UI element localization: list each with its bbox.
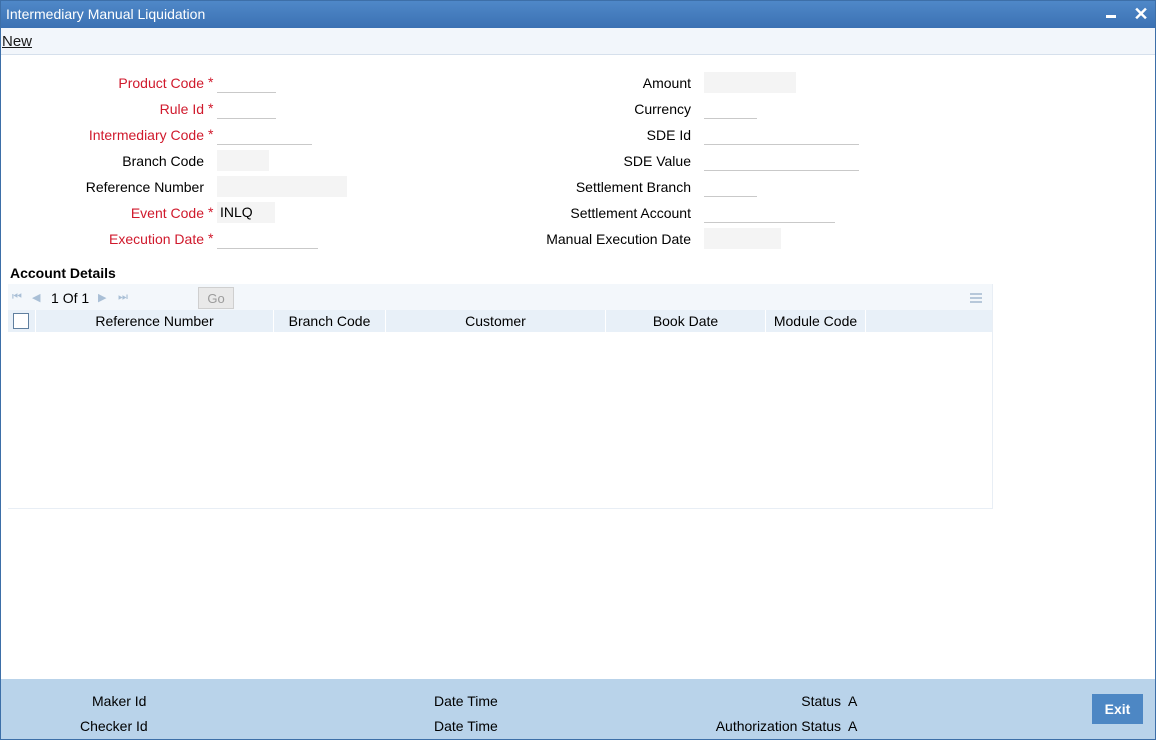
status-label: Status [801, 693, 841, 709]
required-marker: * [208, 74, 214, 90]
checker-date-time-label: Date Time [434, 718, 498, 734]
required-marker: * [208, 100, 214, 116]
event-code-label: Event Code [130, 205, 204, 221]
footer-bar: Maker Id Checker Id Date Time Date Time … [1, 679, 1155, 739]
current-page: 1 [51, 290, 59, 306]
required-marker: * [208, 126, 214, 142]
maker-date-time-label: Date Time [434, 693, 498, 709]
column-header[interactable]: Customer [386, 310, 606, 332]
account-details-title: Account Details [10, 265, 116, 281]
branch-code-field[interactable] [217, 150, 269, 171]
first-page-icon[interactable]: ⏮ [12, 291, 22, 304]
previous-page-icon[interactable]: ◀ [32, 291, 40, 304]
reference-number-label: Reference Number [85, 179, 204, 195]
manual-execution-date-label: Manual Execution Date [546, 231, 691, 247]
sde-id-label: SDE Id [646, 127, 691, 143]
grid-pager: ⏮ ◀ 1 Of 1 ▶ ⏭ Go [8, 284, 992, 311]
minimize-icon[interactable] [1101, 4, 1121, 24]
settlement-branch-label: Settlement Branch [575, 179, 691, 195]
maker-id-label: Maker Id [92, 693, 147, 709]
column-header[interactable]: Reference Number [36, 310, 274, 332]
window: Intermediary Manual Liquidation ✕ New Pr… [0, 0, 1156, 740]
exit-button[interactable]: Exit [1092, 694, 1143, 724]
menu-bar: New [1, 28, 1155, 55]
execution-date-label: Execution Date [109, 231, 204, 247]
amount-label: Amount [642, 75, 691, 91]
rule-id-field[interactable] [217, 98, 276, 119]
total-pages: 1 [81, 290, 90, 306]
column-header[interactable]: Module Code [766, 310, 866, 332]
execution-date-field[interactable] [217, 228, 318, 249]
authorization-status-value: A [848, 718, 858, 734]
reference-number-field[interactable] [217, 176, 347, 197]
grid-header: Reference Number Branch Code Customer Bo… [8, 310, 992, 332]
window-title: Intermediary Manual Liquidation [6, 6, 206, 22]
of-label: Of [62, 290, 78, 306]
authorization-status-label: Authorization Status [715, 718, 841, 734]
last-page-icon[interactable]: ⏭ [118, 291, 128, 304]
column-header[interactable]: Branch Code [274, 310, 386, 332]
currency-field[interactable] [704, 98, 757, 119]
rule-id-label: Rule Id [159, 101, 204, 117]
required-marker: * [208, 230, 214, 246]
sde-id-field[interactable] [704, 124, 859, 145]
page-number-input[interactable] [148, 290, 198, 311]
page-indicator: 1 Of 1 [51, 290, 89, 306]
settlement-account-label: Settlement Account [570, 205, 691, 221]
column-menu-icon[interactable] [970, 293, 982, 303]
amount-field[interactable] [704, 72, 796, 93]
event-code-field[interactable] [217, 202, 275, 223]
sde-value-label: SDE Value [623, 153, 691, 169]
sde-value-field[interactable] [704, 150, 859, 171]
select-all-cell [8, 310, 36, 332]
checker-id-label: Checker Id [80, 718, 148, 734]
column-header[interactable]: Book Date [606, 310, 766, 332]
branch-code-label: Branch Code [122, 153, 204, 169]
intermediary-code-label: Intermediary Code [88, 127, 204, 143]
intermediary-code-field[interactable] [217, 124, 312, 145]
next-page-icon[interactable]: ▶ [98, 291, 106, 304]
close-icon[interactable]: ✕ [1131, 4, 1151, 24]
status-value: A [848, 693, 858, 709]
account-details-grid: ⏮ ◀ 1 Of 1 ▶ ⏭ Go Reference Number Branc… [8, 284, 993, 509]
new-link[interactable]: New [2, 33, 32, 50]
required-marker: * [208, 204, 214, 220]
product-code-field[interactable] [217, 72, 276, 93]
go-button[interactable]: Go [198, 287, 234, 309]
product-code-label: Product Code [118, 75, 204, 91]
currency-label: Currency [634, 101, 691, 117]
manual-execution-date-field[interactable] [704, 228, 781, 249]
select-all-checkbox[interactable] [13, 313, 29, 329]
settlement-account-field[interactable] [704, 202, 835, 223]
settlement-branch-field[interactable] [704, 176, 757, 197]
title-bar: Intermediary Manual Liquidation ✕ [1, 1, 1155, 28]
